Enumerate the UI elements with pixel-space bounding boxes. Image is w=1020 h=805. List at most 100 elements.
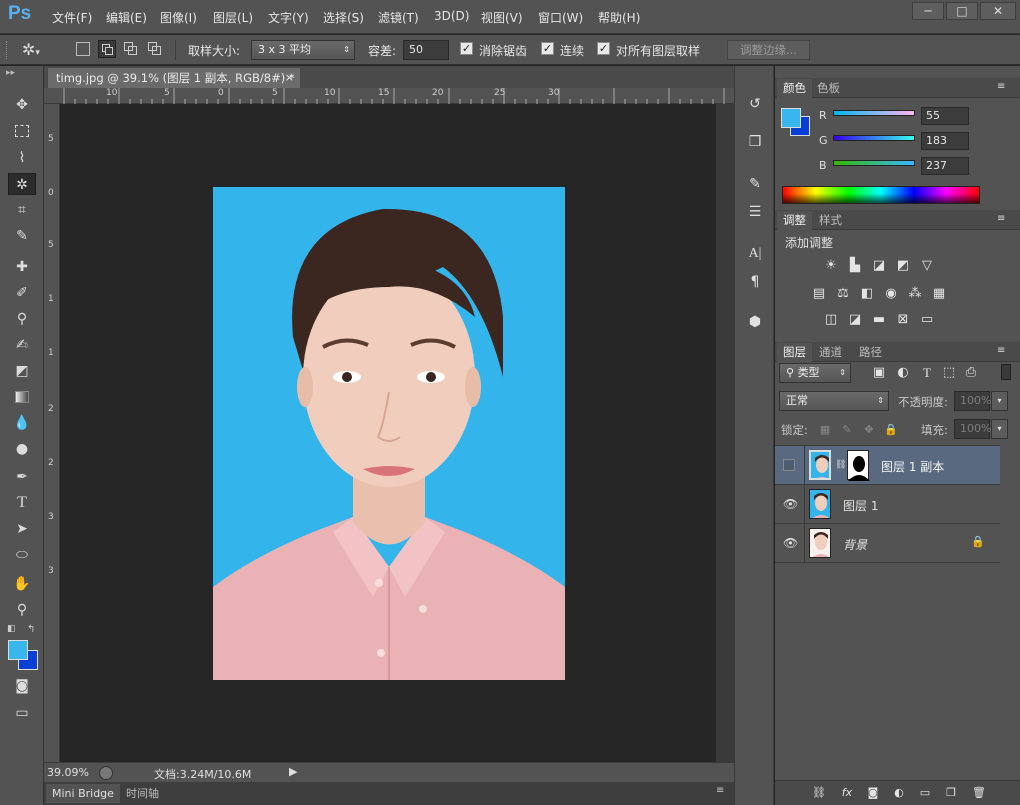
- hand-tool-icon[interactable]: ✋: [8, 573, 36, 595]
- collapse-icon[interactable]: ▸▸: [6, 68, 15, 78]
- tab-color[interactable]: 颜色: [777, 79, 812, 98]
- magic-wand-preset-icon[interactable]: ✲▾: [22, 38, 62, 62]
- filter-pixel-icon[interactable]: ▣: [869, 364, 889, 382]
- link-layers-icon[interactable]: ⛓: [809, 784, 829, 802]
- filter-adjustment-icon[interactable]: ◐: [893, 364, 913, 382]
- black-white-icon[interactable]: ◧: [857, 285, 877, 303]
- close-tab-icon[interactable]: ×: [285, 68, 294, 88]
- menu-filter[interactable]: 滤镜(T): [378, 9, 419, 26]
- lock-paint-icon[interactable]: ✎: [837, 421, 857, 439]
- color-lookup-icon[interactable]: ▦: [929, 285, 949, 303]
- default-colors-icon[interactable]: ◧: [7, 624, 16, 634]
- brush-tool-icon[interactable]: ✐: [8, 282, 36, 304]
- tab-mini-bridge[interactable]: Mini Bridge: [46, 784, 120, 803]
- invert-icon[interactable]: ◫: [821, 311, 841, 329]
- dodge-tool-icon[interactable]: ●: [8, 438, 36, 460]
- visibility-toggle[interactable]: [783, 459, 795, 471]
- fx-icon[interactable]: fx: [837, 784, 857, 802]
- layer-name[interactable]: 图层 1: [843, 497, 878, 514]
- 3d-icon[interactable]: ❒: [745, 132, 765, 152]
- magic-wand-tool-icon[interactable]: ✲: [8, 173, 36, 195]
- lasso-tool-icon[interactable]: ⌇: [8, 147, 36, 169]
- filter-toggle[interactable]: [1001, 364, 1011, 380]
- gradient-tool-icon[interactable]: [8, 386, 36, 408]
- type-tool-icon[interactable]: T: [8, 492, 36, 514]
- color-balance-icon[interactable]: ⚖: [833, 285, 853, 303]
- layer-filter-dropdown[interactable]: ⚲ 类型 ⇕: [779, 363, 851, 383]
- blur-tool-icon[interactable]: 💧: [8, 412, 36, 434]
- refine-edge-button[interactable]: 调整边缘...: [727, 40, 810, 60]
- lock-transparency-icon[interactable]: ▦: [815, 421, 835, 439]
- sample-all-layers-checkbox[interactable]: ✓: [597, 42, 610, 55]
- menu-file[interactable]: 文件(F): [52, 9, 92, 26]
- swap-colors-icon[interactable]: ↰: [27, 624, 35, 635]
- eyedropper-tool-icon[interactable]: ✎: [8, 225, 36, 247]
- posterize-icon[interactable]: ◪: [845, 311, 865, 329]
- paragraph-icon[interactable]: ¶: [745, 272, 765, 292]
- opacity-input[interactable]: 100%: [954, 391, 991, 411]
- b-input[interactable]: 237: [921, 157, 969, 175]
- tab-swatches[interactable]: 色板: [811, 79, 846, 98]
- layer-name[interactable]: 背景: [843, 536, 867, 553]
- menu-3d[interactable]: 3D(D): [434, 9, 469, 23]
- fill-dropdown-arrow-icon[interactable]: ▾: [991, 419, 1008, 439]
- layer-row[interactable]: 👁 图层 1: [775, 485, 1000, 524]
- delete-layer-icon[interactable]: 🗑: [969, 784, 989, 802]
- layer-thumbnail[interactable]: [809, 450, 831, 480]
- menu-view[interactable]: 视图(V): [481, 9, 523, 26]
- panel-menu-icon[interactable]: ≡: [716, 785, 724, 796]
- zoom-tool-icon[interactable]: ⚲: [8, 599, 36, 621]
- tab-channels[interactable]: 通道: [813, 343, 848, 362]
- lock-all-icon[interactable]: 🔒: [881, 421, 901, 439]
- fill-input[interactable]: 100%: [954, 419, 991, 439]
- cube-icon[interactable]: ⬢: [745, 312, 765, 332]
- menu-image[interactable]: 图像(I): [160, 9, 197, 26]
- gradient-map-icon[interactable]: ▭: [917, 311, 937, 329]
- hue-saturation-icon[interactable]: ▤: [809, 285, 829, 303]
- threshold-icon[interactable]: ▬: [869, 311, 889, 329]
- menu-edit[interactable]: 编辑(E): [106, 9, 147, 26]
- tolerance-input[interactable]: 50: [403, 40, 449, 60]
- ellipse-tool-icon[interactable]: ⬭: [8, 544, 36, 566]
- menu-layer[interactable]: 图层(L): [213, 9, 253, 26]
- layer-thumbnail[interactable]: [809, 528, 831, 558]
- tab-adjustments[interactable]: 调整: [777, 211, 812, 230]
- clone-stamp-tool-icon[interactable]: ⚲: [8, 308, 36, 330]
- menu-window[interactable]: 窗口(W): [538, 9, 583, 26]
- curves-icon[interactable]: ◪: [869, 257, 889, 275]
- r-slider[interactable]: [833, 110, 915, 116]
- canvas-area[interactable]: [61, 104, 716, 762]
- menu-help[interactable]: 帮助(H): [598, 9, 640, 26]
- photo-filter-icon[interactable]: ◉: [881, 285, 901, 303]
- opacity-dropdown-arrow-icon[interactable]: ▾: [991, 391, 1008, 411]
- new-group-icon[interactable]: ▭: [915, 784, 935, 802]
- tab-timeline[interactable]: 时间轴: [122, 784, 163, 803]
- document-tab[interactable]: timg.jpg @ 39.1% (图层 1 副本, RGB/8#) * ×: [48, 68, 300, 88]
- filter-type-icon[interactable]: T: [917, 364, 937, 382]
- history-icon[interactable]: ↺: [745, 94, 765, 114]
- maximize-button[interactable]: □: [946, 2, 978, 20]
- color-fg-swatch[interactable]: [781, 108, 801, 128]
- b-slider[interactable]: [833, 160, 915, 166]
- layer-row[interactable]: ⛓ 图层 1 副本: [775, 446, 1000, 485]
- move-tool-icon[interactable]: ✥: [8, 94, 36, 116]
- quick-mask-icon[interactable]: ◙: [8, 675, 36, 697]
- channel-mixer-icon[interactable]: ⁂: [905, 285, 925, 303]
- tab-paths[interactable]: 路径: [853, 343, 888, 362]
- path-selection-tool-icon[interactable]: ➤: [8, 518, 36, 540]
- levels-icon[interactable]: ▙: [845, 257, 865, 275]
- foreground-color-swatch[interactable]: [8, 640, 28, 660]
- r-input[interactable]: 55: [921, 107, 969, 125]
- brush-presets-icon[interactable]: ✎: [745, 174, 765, 194]
- menu-select[interactable]: 选择(S): [323, 9, 364, 26]
- zoom-level[interactable]: 39.09%: [47, 766, 89, 779]
- link-icon[interactable]: ⛓: [835, 460, 846, 470]
- subtract-selection-icon[interactable]: [124, 42, 138, 56]
- lock-position-icon[interactable]: ✥: [859, 421, 879, 439]
- g-input[interactable]: 183: [921, 132, 969, 150]
- eye-icon[interactable]: 👁: [783, 536, 798, 550]
- new-adjustment-icon[interactable]: ◐: [889, 784, 909, 802]
- contiguous-checkbox[interactable]: ✓: [541, 42, 554, 55]
- tab-styles[interactable]: 样式: [813, 211, 848, 230]
- new-selection-icon[interactable]: [76, 42, 90, 56]
